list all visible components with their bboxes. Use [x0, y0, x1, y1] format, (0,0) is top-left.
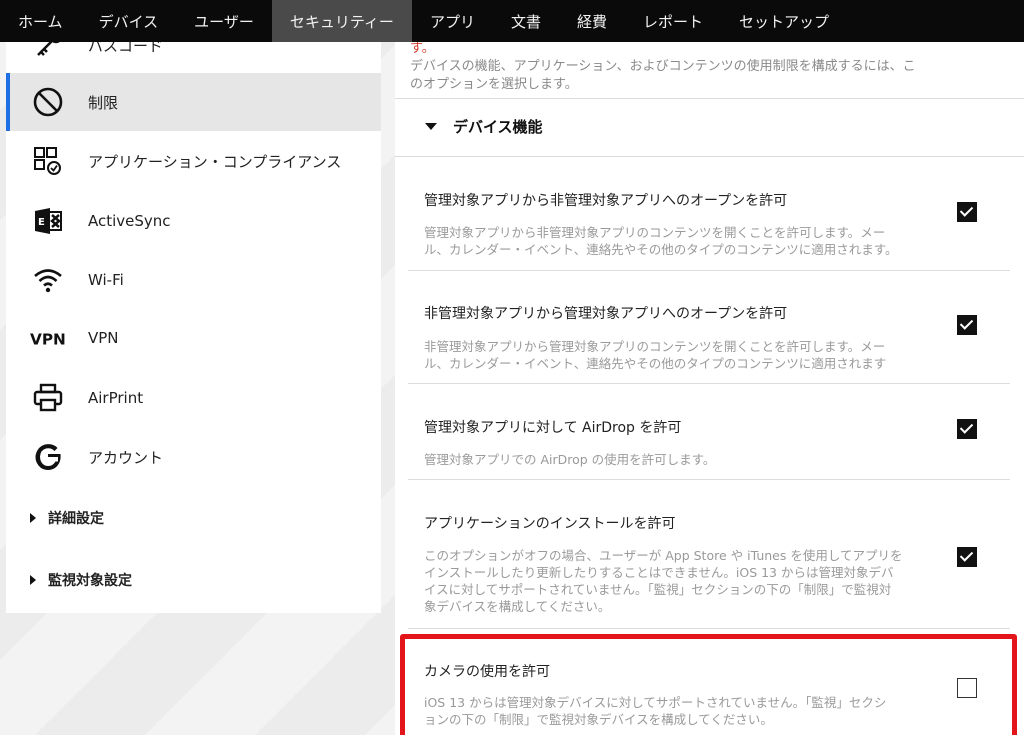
divider	[408, 270, 1010, 271]
intro-line: デバイスの機能、アプリケーション、およびコンテンツの使用制限を構成するには、こ	[410, 59, 916, 74]
svg-text:VPN: VPN	[30, 330, 66, 348]
intro-line: す。	[410, 42, 435, 56]
sidebar-item-account[interactable]: アカウント	[6, 428, 381, 486]
tab-home[interactable]: ホーム	[0, 0, 81, 42]
sidebar-item-restrictions[interactable]: 制限	[6, 73, 381, 131]
tab-devices[interactable]: デバイス	[81, 0, 177, 42]
setting-title: 管理対象アプリに対して AirDrop を許可	[424, 420, 682, 436]
tab-documents[interactable]: 文書	[493, 0, 559, 42]
desc-line: 象デバイスを構成してください。	[424, 599, 611, 614]
desc-line: このオプションがオフの場合、ユーザーが App Store や iTunes を…	[424, 548, 903, 563]
desc-line: 管理対象アプリから非管理対象アプリのコンテンツを開くことを許可します。メー	[424, 225, 886, 240]
sidebar-item-label: アカウント	[88, 448, 164, 467]
desc-line: 管理対象アプリでの AirDrop の使用を許可します。	[424, 452, 716, 467]
app-compliance-icon	[30, 143, 66, 179]
sidebar-item-label: VPN	[88, 329, 119, 347]
sidebar-item-app-compliance[interactable]: アプリケーション・コンプライアンス	[6, 132, 381, 190]
setting-row: アプリケーションのインストールを許可 このオプションがオフの場合、ユーザーが A…	[408, 502, 1010, 628]
desc-line: ル、カレンダー・イベント、連絡先やその他のタイプのコンテンツに適用されます	[424, 356, 887, 371]
setting-description: このオプションがオフの場合、ユーザーが App Store や iTunes を…	[424, 547, 949, 615]
section-title: デバイス機能	[453, 118, 543, 136]
setting-title: カメラの使用を許可	[424, 664, 550, 680]
caret-down-icon	[425, 123, 437, 130]
section-label: 監視対象設定	[48, 573, 132, 589]
setting-row: 管理対象アプリから非管理対象アプリへのオープンを許可 管理対象アプリから非管理対…	[408, 178, 1010, 268]
tab-apps[interactable]: アプリ	[412, 0, 493, 42]
intro-line: のオプションを選択します。	[410, 77, 578, 92]
restrictions-settings-panel: す。 デバイスの機能、アプリケーション、およびコンテンツの使用制限を構成するには…	[395, 42, 1024, 735]
section-supervised-settings[interactable]: 監視対象設定	[30, 568, 132, 592]
google-icon	[30, 439, 66, 475]
desc-line: ル、カレンダー・イベント、連絡先やその他のタイプのコンテンツに適用されます。	[424, 242, 898, 257]
setting-description: iOS 13 からは管理対象デバイスに対してサポートされていません。「監視」セク…	[424, 694, 949, 728]
caret-right-icon	[30, 575, 36, 585]
tab-users[interactable]: ユーザー	[176, 0, 272, 42]
desc-line: インストールしたり更新したりすることはできません。iOS 13 からは管理対象デ…	[424, 565, 894, 580]
divider	[408, 479, 1010, 480]
tab-reports[interactable]: レポート	[625, 0, 721, 42]
tab-setup[interactable]: セットアップ	[721, 0, 847, 42]
restrictions-intro: す。 デバイスの機能、アプリケーション、およびコンテンツの使用制限を構成するには…	[410, 42, 990, 94]
sidebar-item-airprint[interactable]: AirPrint	[6, 369, 381, 427]
setting-row-camera: カメラの使用を許可 iOS 13 からは管理対象デバイスに対してサポートされてい…	[408, 650, 1010, 735]
svg-text:E: E	[38, 217, 45, 228]
sidebar-item-label: アプリケーション・コンプライアンス	[88, 152, 342, 171]
setting-title: 非管理対象アプリから管理対象アプリへのオープンを許可	[424, 306, 788, 322]
divider	[408, 383, 1010, 384]
wifi-icon	[30, 262, 66, 298]
setting-title: アプリケーションのインストールを許可	[424, 516, 676, 532]
desc-line: ョンの下の「制限」で監視対象デバイスを構成してください。	[424, 712, 773, 727]
setting-description: 管理対象アプリから非管理対象アプリのコンテンツを開くことを許可します。メー ル、…	[424, 224, 949, 258]
tab-expenses[interactable]: 経費	[559, 0, 625, 42]
top-nav-bar: ホーム デバイス ユーザー セキュリティー アプリ 文書 経費 レポート セット…	[0, 0, 1024, 42]
section-advanced-settings[interactable]: 詳細設定	[30, 506, 104, 530]
sidebar-item-label: ActiveSync	[88, 212, 171, 230]
divider	[395, 156, 1024, 157]
setting-row: 管理対象アプリに対して AirDrop を許可 管理対象アプリでの AirDro…	[408, 404, 1010, 476]
restriction-icon	[30, 84, 66, 120]
setting-description: 非管理対象アプリから管理対象アプリのコンテンツを開くことを許可します。メー ル、…	[424, 338, 949, 372]
printer-icon	[30, 380, 66, 416]
sidebar-item-label: パスコード	[88, 42, 164, 55]
security-sidebar: パスコード 制限 アプリケーション・コンプライアンス E ActiveSync …	[6, 42, 381, 613]
section-label: 詳細設定	[48, 511, 104, 527]
caret-right-icon	[30, 513, 36, 523]
camera-checkbox[interactable]	[957, 678, 977, 698]
desc-line: イスに対してサポートされていません。「監視」セクションの下の「制限」で監視対	[424, 582, 892, 597]
vpn-icon: VPN	[30, 320, 66, 356]
sidebar-item-label: AirPrint	[88, 389, 144, 407]
sidebar-item-label: 制限	[88, 93, 119, 112]
key-icon	[30, 42, 66, 63]
desc-line: iOS 13 からは管理対象デバイスに対してサポートされていません。「監視」セク…	[424, 695, 887, 710]
setting-checkbox[interactable]	[957, 315, 977, 335]
divider	[408, 628, 1010, 629]
sidebar-item-activesync[interactable]: E ActiveSync	[6, 192, 381, 250]
setting-checkbox[interactable]	[957, 419, 977, 439]
sidebar-item-label: Wi-Fi	[88, 271, 124, 289]
section-device-features[interactable]: デバイス機能	[425, 116, 543, 137]
sidebar-item-wifi[interactable]: Wi-Fi	[6, 251, 381, 309]
sidebar-item-vpn[interactable]: VPN VPN	[6, 309, 381, 367]
setting-description: 管理対象アプリでの AirDrop の使用を許可します。	[424, 451, 949, 468]
exchange-icon: E	[30, 203, 66, 239]
setting-title: 管理対象アプリから非管理対象アプリへのオープンを許可	[424, 193, 788, 209]
desc-line: 非管理対象アプリから管理対象アプリのコンテンツを開くことを許可します。メー	[424, 339, 886, 354]
sidebar-item-passcode[interactable]: パスコード	[6, 42, 381, 74]
setting-row: 非管理対象アプリから管理対象アプリへのオープンを許可 非管理対象アプリから管理対…	[408, 292, 1010, 382]
divider	[395, 98, 1024, 99]
tab-security[interactable]: セキュリティー	[271, 0, 412, 42]
setting-checkbox[interactable]	[957, 547, 977, 567]
setting-checkbox[interactable]	[957, 202, 977, 222]
